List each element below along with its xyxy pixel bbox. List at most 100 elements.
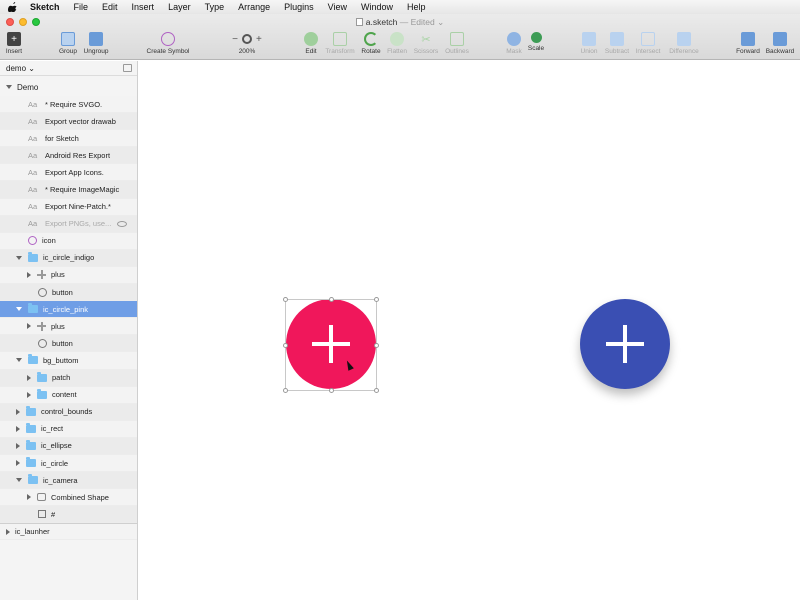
menu-view[interactable]: View — [328, 2, 347, 12]
document-status[interactable]: — Edited ⌄ — [400, 17, 444, 27]
edit-label: Edit — [305, 48, 317, 55]
disclosure-closed-icon[interactable] — [27, 494, 31, 501]
resize-handle[interactable] — [374, 297, 379, 302]
menu-sketch[interactable]: Sketch — [30, 2, 60, 12]
create-symbol-button[interactable]: Create Symbol — [146, 32, 190, 55]
layer-name: plus — [51, 270, 65, 280]
menu-window[interactable]: Window — [361, 2, 393, 12]
disclosure-closed-icon[interactable] — [16, 442, 20, 449]
layer-text[interactable]: Aa * Require ImageMagic — [0, 181, 137, 199]
folder-icon — [26, 439, 36, 450]
layer-name: * Require ImageMagic — [45, 185, 120, 195]
document-title: a.sketch — Edited ⌄ — [0, 17, 800, 28]
disclosure-closed-icon[interactable] — [16, 460, 20, 467]
menu-arrange[interactable]: Arrange — [238, 2, 270, 12]
layer-text[interactable]: Aa Export App Icons. — [0, 164, 137, 182]
outlines-label: Outlines — [445, 48, 469, 55]
resize-handle[interactable] — [283, 388, 288, 393]
layer-text[interactable]: Aa for Sketch — [0, 130, 137, 148]
toggle-pages-icon[interactable] — [123, 64, 132, 72]
layer-shape[interactable]: plus — [0, 266, 137, 285]
menu-plugins[interactable]: Plugins — [284, 2, 314, 12]
layer-group[interactable]: ic_camera — [0, 472, 137, 490]
indigo-circle-button[interactable] — [580, 299, 670, 389]
layer-group[interactable]: ic_circle_indigo — [0, 249, 137, 267]
disclosure-open-icon[interactable] — [6, 85, 12, 89]
layer-name: # — [51, 509, 56, 519]
resize-handle[interactable] — [329, 297, 334, 302]
layer-name: button — [52, 338, 73, 348]
disclosure-closed-icon[interactable] — [27, 374, 31, 381]
zoom-control[interactable]: − + 200% — [225, 32, 269, 56]
layer-shape[interactable]: plus — [0, 318, 137, 336]
layer-oval[interactable]: button — [0, 335, 137, 353]
layer-text[interactable]: Aa Android Res Export — [0, 147, 137, 165]
combined-shape-icon — [37, 493, 46, 502]
layer-text[interactable]: Aa Export Nine-Patch.* — [0, 198, 137, 216]
resize-handle[interactable] — [283, 297, 288, 302]
layer-name: button — [52, 287, 73, 297]
backward-button[interactable]: Backward — [758, 32, 800, 55]
apple-icon[interactable] — [8, 2, 18, 12]
folder-icon — [26, 405, 36, 416]
layer-shape[interactable]: Combined Shape — [0, 489, 137, 507]
text-layer-icon: Aa — [28, 219, 38, 229]
difference-label: Difference — [669, 48, 699, 55]
menu-insert[interactable]: Insert — [132, 2, 155, 12]
disclosure-open-icon[interactable] — [16, 478, 22, 483]
layer-name: bg_buttom — [43, 355, 79, 365]
resize-handle[interactable] — [329, 388, 334, 393]
layer-group[interactable]: bg_buttom — [0, 352, 137, 370]
eye-icon[interactable] — [117, 220, 127, 227]
menu-help[interactable]: Help — [407, 2, 426, 12]
disclosure-closed-icon[interactable] — [27, 323, 31, 330]
disclosure-open-icon[interactable] — [16, 255, 22, 260]
oval-icon — [38, 287, 47, 297]
layer-text[interactable]: Aa * Require SVGO. — [0, 96, 137, 114]
menu-layer[interactable]: Layer — [168, 2, 191, 12]
document-name: a.sketch — [365, 17, 398, 27]
layer-group[interactable]: patch — [0, 369, 137, 387]
layer-group[interactable]: ic_circle — [0, 454, 137, 473]
difference-button[interactable]: Difference — [662, 32, 706, 55]
layer-text-hidden[interactable]: Aa Export PNGs, use... — [0, 215, 137, 233]
resize-handle[interactable] — [283, 343, 288, 348]
window-toolbar: a.sketch — Edited ⌄ + Insert Group Ungro… — [0, 14, 800, 60]
plus-icon — [606, 325, 644, 363]
insert-button[interactable]: + Insert — [0, 32, 36, 55]
layer-text[interactable]: Aa Export vector drawab — [0, 113, 137, 131]
page-demo[interactable]: Demo — [0, 78, 137, 96]
canvas[interactable] — [139, 61, 800, 600]
layer-name: control_bounds — [41, 407, 93, 417]
zoom-level: 200% — [238, 48, 256, 55]
ungroup-button[interactable]: Ungroup — [74, 32, 118, 55]
layer-name: patch — [52, 373, 71, 383]
layer-group[interactable]: control_bounds — [0, 403, 137, 421]
disclosure-closed-icon[interactable] — [6, 528, 10, 535]
page-selector[interactable]: demo ⌄ — [0, 61, 137, 76]
disclosure-open-icon[interactable] — [16, 358, 22, 363]
layer-symbol[interactable]: icon — [0, 232, 137, 250]
scale-button[interactable]: Scale — [514, 32, 558, 52]
disclosure-closed-icon[interactable] — [16, 425, 20, 432]
layer-group[interactable]: ic_ellipse — [0, 437, 137, 455]
outlines-button[interactable]: Outlines — [435, 32, 479, 55]
disclosure-open-icon[interactable] — [16, 307, 22, 312]
layer-group[interactable]: content — [0, 386, 137, 404]
layer-oval[interactable]: button — [0, 284, 137, 302]
resize-handle[interactable] — [374, 388, 379, 393]
menu-file[interactable]: File — [74, 2, 89, 12]
layer-group[interactable]: ic_rect — [0, 420, 137, 438]
zoom-in-button[interactable]: + — [256, 34, 262, 45]
menu-edit[interactable]: Edit — [102, 2, 118, 12]
layer-rect[interactable]: # — [0, 506, 137, 524]
menu-type[interactable]: Type — [205, 2, 225, 12]
disclosure-closed-icon[interactable] — [27, 391, 31, 398]
disclosure-closed-icon[interactable] — [16, 408, 20, 415]
zoom-out-button[interactable]: − — [232, 34, 238, 45]
disclosure-closed-icon[interactable] — [27, 271, 31, 278]
resize-handle[interactable] — [374, 343, 379, 348]
layer-artboard[interactable]: ic_launher — [0, 523, 137, 541]
layers-sidebar: demo ⌄ Demo Aa * Require SVGO. Aa Export v… — [0, 61, 138, 600]
layer-group-selected[interactable]: ic_circle_pink — [0, 301, 137, 319]
